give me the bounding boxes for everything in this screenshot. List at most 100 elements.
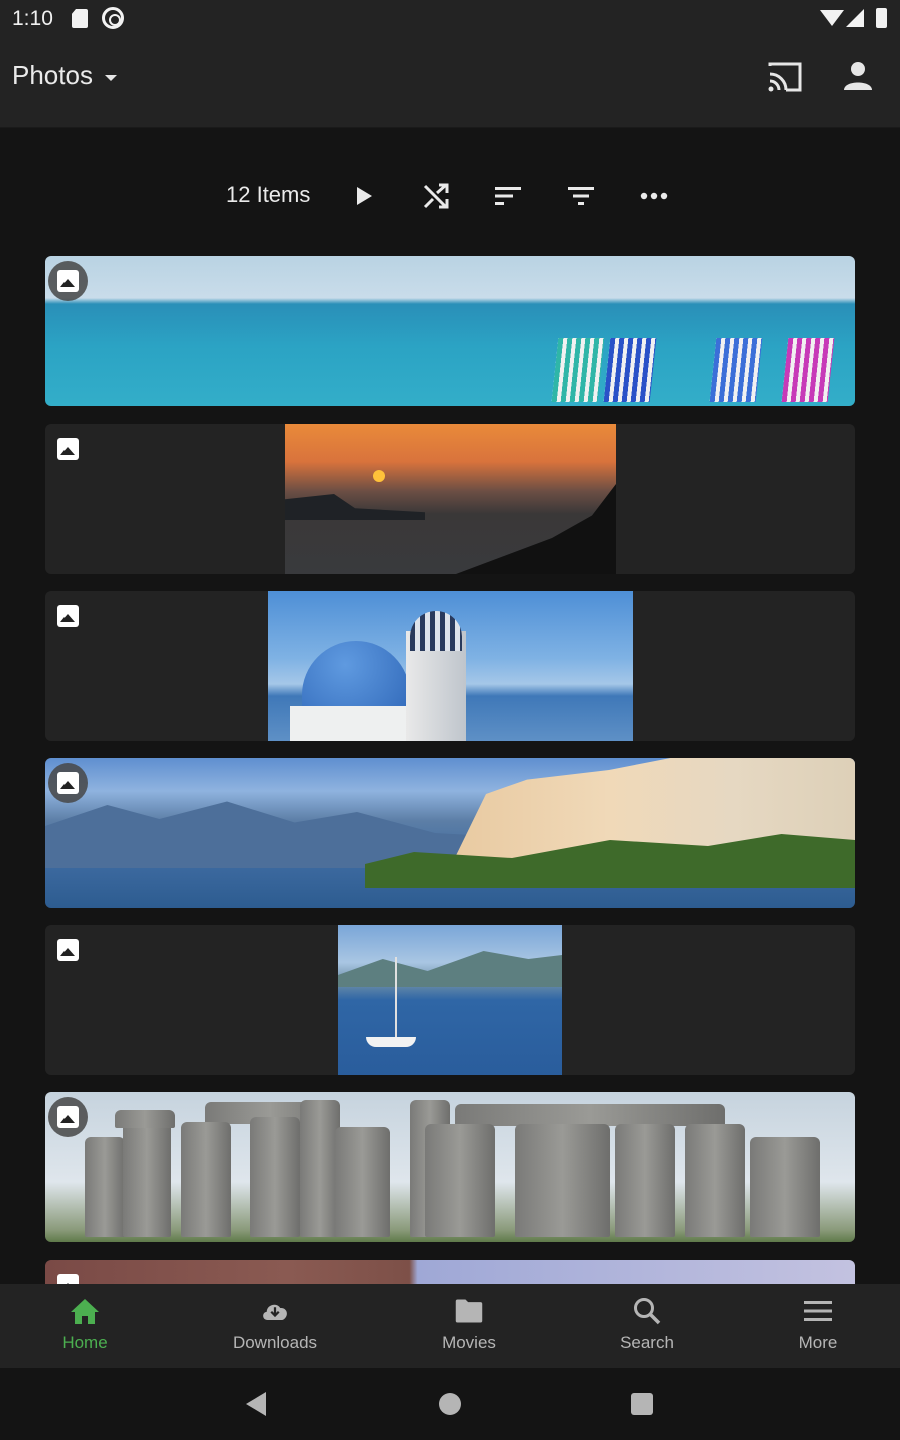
photo-type-badge (48, 930, 88, 970)
photo-type-badge (48, 1097, 88, 1137)
account-icon (844, 62, 872, 90)
sd-card-icon (72, 9, 88, 28)
status-bar: 1:10 (0, 0, 900, 38)
hull (366, 1037, 416, 1047)
mast (395, 957, 397, 1039)
sort-icon (495, 187, 521, 205)
nav-more[interactable]: More (758, 1284, 878, 1368)
sort-button[interactable] (490, 178, 526, 214)
photo-item[interactable] (45, 925, 855, 1075)
photo-item[interactable] (45, 1260, 855, 1284)
wifi-icon (820, 10, 844, 26)
photo-type-badge (48, 596, 88, 636)
image-icon (57, 438, 79, 460)
photo-thumbnail (45, 1092, 855, 1242)
more-horizontal-icon (640, 192, 668, 200)
items-count: 12 Items (226, 182, 311, 207)
a-notification-icon (102, 7, 124, 29)
menu-icon (804, 1301, 832, 1321)
image-icon (57, 605, 79, 627)
library-selector[interactable]: Photos (12, 60, 117, 91)
nav-downloads[interactable]: Downloads (215, 1284, 335, 1368)
download-cloud-icon (263, 1304, 287, 1320)
image-icon (57, 1106, 79, 1128)
stone (685, 1124, 745, 1237)
stone (615, 1124, 675, 1237)
image-icon (57, 270, 79, 292)
photo-type-badge (48, 261, 88, 301)
signal-icon (846, 9, 864, 27)
hills (338, 951, 562, 987)
stone (115, 1110, 175, 1128)
nav-movies[interactable]: Movies (409, 1284, 529, 1368)
photo-item[interactable] (45, 1092, 855, 1242)
nav-label: Search (620, 1333, 674, 1352)
stone (250, 1117, 300, 1237)
shuffle-icon (423, 183, 449, 209)
stone (515, 1124, 610, 1237)
caret-down-icon (104, 74, 117, 81)
home-icon (71, 1299, 99, 1324)
nav-search[interactable]: Search (587, 1284, 707, 1368)
photo-thumbnail (268, 591, 633, 741)
photo-thumbnail (338, 925, 562, 1075)
island (285, 494, 425, 520)
photo-thumbnail (45, 758, 855, 908)
deck-chair (551, 338, 605, 402)
tower-dome (410, 611, 462, 651)
play-button[interactable] (346, 178, 382, 214)
deck-chair (603, 338, 657, 402)
nav-home[interactable]: Home (25, 1284, 145, 1368)
status-time: 1:10 (12, 7, 53, 30)
church-base (290, 706, 415, 741)
cast-icon (768, 62, 802, 92)
stone (300, 1100, 340, 1237)
image-icon (57, 939, 79, 961)
folder-icon (455, 1299, 483, 1323)
system-navigation-bar (0, 1368, 900, 1440)
app-bar: Photos (0, 38, 900, 128)
shuffle-button[interactable] (418, 178, 454, 214)
image-icon (57, 1274, 79, 1284)
list-toolbar: 12 Items (0, 176, 900, 216)
sun (373, 470, 385, 482)
back-button[interactable] (246, 1392, 266, 1416)
photo-thumbnail (45, 256, 855, 406)
stone (123, 1122, 171, 1237)
account-button[interactable] (840, 58, 876, 94)
recent-apps-button[interactable] (631, 1393, 653, 1415)
battery-icon (876, 8, 887, 28)
filter-icon (568, 187, 594, 205)
photo-type-badge (48, 763, 88, 803)
more-options-button[interactable] (636, 178, 672, 214)
photo-thumbnail (45, 1260, 855, 1284)
photo-item[interactable] (45, 256, 855, 406)
photo-item[interactable] (45, 424, 855, 574)
filter-button[interactable] (563, 178, 599, 214)
cast-button[interactable] (766, 60, 804, 94)
search-icon (634, 1298, 661, 1325)
nav-label: Downloads (232, 1333, 318, 1352)
deck-chair (781, 338, 835, 402)
photo-list: 12 Items (0, 128, 900, 1284)
stone (425, 1124, 495, 1237)
deck-chair (709, 338, 763, 402)
photo-thumbnail (285, 424, 616, 574)
nav-label: Movies (442, 1333, 496, 1352)
stone (455, 1104, 725, 1126)
bottom-navigation: Home Downloads Movies Search More (0, 1284, 900, 1368)
play-icon (357, 187, 372, 205)
stone (181, 1122, 231, 1237)
home-button[interactable] (439, 1393, 461, 1415)
photo-item[interactable] (45, 758, 855, 908)
stone (335, 1127, 390, 1237)
page-title: Photos (12, 60, 93, 90)
image-icon (57, 772, 79, 794)
cliff (456, 484, 616, 574)
photo-item[interactable] (45, 591, 855, 741)
nav-label: More (798, 1333, 838, 1352)
stone (750, 1137, 820, 1237)
photo-type-badge (48, 429, 88, 469)
nav-label: Home (62, 1333, 108, 1352)
stone (85, 1137, 125, 1237)
